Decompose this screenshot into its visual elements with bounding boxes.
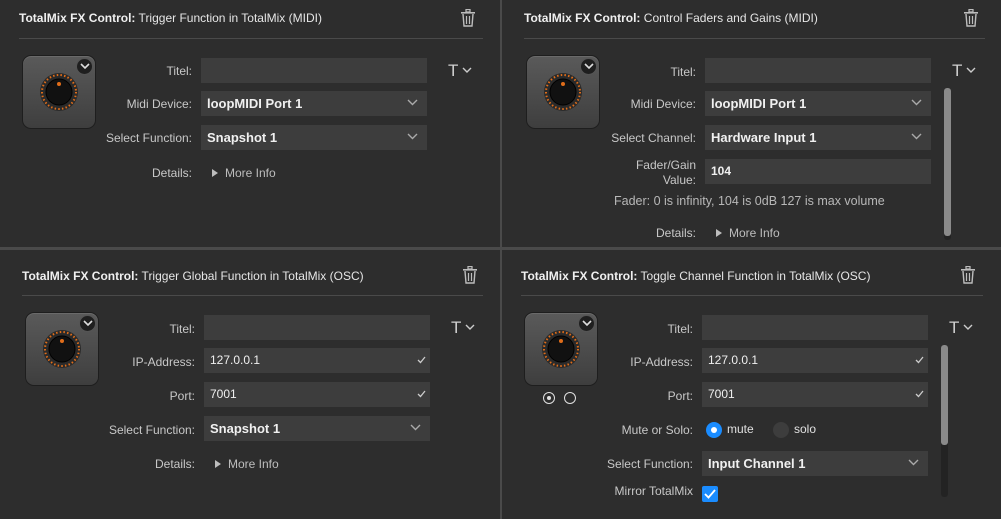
- titel-label: Titel:: [667, 322, 693, 336]
- knob-icon[interactable]: [22, 55, 96, 129]
- title-format-button[interactable]: T: [949, 318, 973, 338]
- titel-label: Titel:: [169, 322, 195, 336]
- title-divider: [22, 295, 483, 296]
- scrollbar[interactable]: [941, 345, 948, 497]
- trash-icon[interactable]: [963, 9, 979, 27]
- details-label: Details:: [154, 457, 195, 471]
- title-format-button[interactable]: T: [451, 318, 475, 338]
- scrollbar[interactable]: [944, 88, 951, 240]
- ip-address-input[interactable]: 127.0.0.1: [204, 348, 430, 373]
- title-format-button[interactable]: T: [448, 61, 472, 81]
- select-function-label: Select Function:: [108, 423, 195, 437]
- title-format-button[interactable]: T: [952, 61, 976, 81]
- panel-toggle-channel-function-osc: TotalMix FX Control: Toggle Channel Func…: [503, 250, 1001, 519]
- titel-input[interactable]: [204, 315, 430, 340]
- title-divider: [521, 295, 983, 296]
- details-label: Details:: [151, 166, 192, 180]
- midi-device-select[interactable]: loopMIDI Port 1: [201, 91, 427, 116]
- mirror-totalmix-checkbox[interactable]: [702, 486, 718, 502]
- select-function-label: Select Function:: [105, 131, 192, 145]
- disclosure-triangle-icon: [212, 169, 218, 177]
- ip-address-label: IP-Address:: [630, 355, 693, 369]
- mute-radio[interactable]: [706, 422, 722, 438]
- titel-input[interactable]: [705, 58, 931, 83]
- select-function-label: Select Function:: [606, 457, 693, 471]
- state-indicator[interactable]: [564, 392, 576, 404]
- titel-input[interactable]: [702, 315, 928, 340]
- chevron-down-icon: [911, 133, 922, 140]
- dropdown-badge-icon[interactable]: [580, 58, 597, 75]
- titel-input[interactable]: [201, 58, 427, 83]
- panel-title: TotalMix FX Control: Control Faders and …: [524, 11, 818, 25]
- chevron-down-icon: [410, 424, 421, 431]
- mute-or-solo-label: Mute or Solo:: [621, 423, 693, 437]
- ip-address-input[interactable]: 127.0.0.1: [702, 348, 928, 373]
- panel-trigger-function-midi: TotalMix FX Control: Trigger Function in…: [0, 0, 500, 247]
- port-input[interactable]: 7001: [204, 382, 430, 407]
- title-divider: [19, 38, 483, 39]
- scrollbar-thumb[interactable]: [941, 345, 948, 445]
- check-icon: [704, 489, 716, 499]
- panel-trigger-global-function-osc: TotalMix FX Control: Trigger Global Func…: [0, 250, 500, 519]
- port-label: Port:: [667, 389, 693, 403]
- mirror-totalmix-label: Mirror TotalMix: [614, 484, 693, 498]
- select-channel-label: Select Channel:: [611, 131, 696, 145]
- solo-radio-label: solo: [794, 422, 817, 436]
- check-icon: [915, 390, 924, 398]
- dropdown-badge-icon[interactable]: [79, 315, 96, 332]
- select-function-select[interactable]: Input Channel 1: [702, 451, 928, 476]
- scrollbar-thumb[interactable]: [944, 88, 951, 236]
- midi-device-label: Midi Device:: [126, 97, 192, 111]
- details-label: Details:: [655, 226, 696, 240]
- panel-title: TotalMix FX Control: Toggle Channel Func…: [521, 269, 871, 283]
- more-info-toggle[interactable]: More Info: [215, 457, 279, 471]
- fader-gain-input[interactable]: 104: [705, 159, 931, 184]
- chevron-down-icon: [908, 459, 919, 466]
- titel-label: Titel:: [670, 65, 696, 79]
- select-function-select[interactable]: Snapshot 1: [204, 416, 430, 441]
- midi-device-label: Midi Device:: [630, 97, 696, 111]
- dropdown-badge-icon[interactable]: [76, 58, 93, 75]
- knob-icon[interactable]: [526, 55, 600, 129]
- trash-icon[interactable]: [960, 266, 976, 284]
- dropdown-badge-icon[interactable]: [578, 315, 595, 332]
- title-divider: [524, 38, 985, 39]
- solo-radio[interactable]: [773, 422, 789, 438]
- check-icon: [417, 390, 426, 398]
- state-indicator-selected[interactable]: [543, 392, 555, 404]
- check-icon: [417, 356, 426, 364]
- select-function-select[interactable]: Snapshot 1: [201, 125, 427, 150]
- panel-control-faders-midi: TotalMix FX Control: Control Faders and …: [502, 0, 1001, 247]
- mute-radio-label: mute: [727, 422, 754, 436]
- more-info-toggle[interactable]: More Info: [212, 166, 276, 180]
- port-input[interactable]: 7001: [702, 382, 928, 407]
- select-channel-select[interactable]: Hardware Input 1: [705, 125, 931, 150]
- trash-icon[interactable]: [462, 266, 478, 284]
- fader-hint-text: Fader: 0 is infinity, 104 is 0dB 127 is …: [614, 194, 885, 208]
- knob-icon[interactable]: [25, 312, 99, 386]
- chevron-down-icon: [407, 99, 418, 106]
- port-label: Port:: [169, 389, 195, 403]
- more-info-toggle[interactable]: More Info: [716, 226, 780, 240]
- chevron-down-icon: [911, 99, 922, 106]
- midi-device-select[interactable]: loopMIDI Port 1: [705, 91, 931, 116]
- chevron-down-icon: [407, 133, 418, 140]
- ip-address-label: IP-Address:: [132, 355, 195, 369]
- fader-gain-label: Fader/Gain Value:: [635, 158, 696, 187]
- panel-title: TotalMix FX Control: Trigger Function in…: [19, 11, 322, 25]
- check-icon: [915, 356, 924, 364]
- knob-icon[interactable]: [524, 312, 598, 386]
- disclosure-triangle-icon: [716, 229, 722, 237]
- disclosure-triangle-icon: [215, 460, 221, 468]
- trash-icon[interactable]: [460, 9, 476, 27]
- panel-title: TotalMix FX Control: Trigger Global Func…: [22, 269, 364, 283]
- titel-label: Titel:: [166, 64, 192, 78]
